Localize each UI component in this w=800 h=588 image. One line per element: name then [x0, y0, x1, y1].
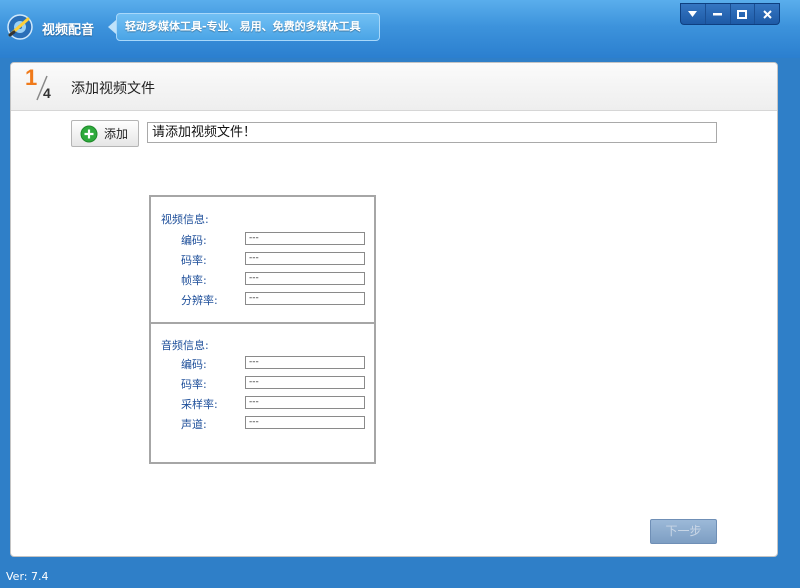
add-plus-icon: [80, 125, 98, 142]
video-codec-label: 编码:: [181, 234, 207, 247]
video-bitrate-value: ---: [245, 252, 365, 265]
add-file-button-label: 添加: [104, 127, 129, 141]
audio-codec-value: ---: [245, 356, 365, 369]
step-title: 添加视频文件: [71, 81, 155, 97]
video-info-title: 视频信息:: [161, 213, 209, 226]
title-bar: 视频配音 轻动多媒体工具-专业、易用、免费的多媒体工具: [0, 0, 800, 58]
dropdown-icon: [688, 11, 698, 17]
step-total: 4: [43, 85, 51, 101]
window-controls: [680, 3, 780, 25]
main-panel: 1 4 添加视频文件 添加 请添加视频文件！ 视频信息: 编码: --- 码率:…: [10, 62, 778, 557]
maximize-icon: [737, 9, 748, 19]
dropdown-menu-button[interactable]: [681, 4, 706, 24]
video-framerate-label: 帧率:: [181, 274, 207, 287]
audio-samplerate-value: ---: [245, 396, 365, 409]
version-label: Ver: 7.4: [6, 570, 49, 583]
audio-info-title: 音频信息:: [161, 339, 209, 352]
video-resolution-value: ---: [245, 292, 365, 305]
maximize-button[interactable]: [731, 4, 756, 24]
close-icon: [762, 9, 772, 19]
video-codec-value: ---: [245, 232, 365, 245]
audio-samplerate-label: 采样率:: [181, 398, 218, 411]
audio-channels-value: ---: [245, 416, 365, 429]
app-title: 视频配音: [42, 23, 95, 38]
minimize-button[interactable]: [706, 4, 731, 24]
slogan-text: 轻动多媒体工具-专业、易用、免费的多媒体工具: [116, 13, 380, 41]
info-divider: [151, 322, 374, 324]
audio-channels-label: 声道:: [181, 418, 207, 431]
file-path-input[interactable]: 请添加视频文件！: [147, 122, 717, 143]
minimize-icon: [713, 13, 723, 16]
video-framerate-value: ---: [245, 272, 365, 285]
app-logo-icon: [6, 13, 34, 41]
media-info-panel: 视频信息: 编码: --- 码率: --- 帧率: --- 分辨率: --- 音…: [149, 195, 376, 464]
video-resolution-label: 分辨率:: [181, 294, 218, 307]
audio-bitrate-label: 码率:: [181, 378, 207, 391]
next-step-button[interactable]: 下一步: [650, 519, 717, 544]
step-header: 1 4 添加视频文件: [11, 63, 777, 111]
audio-codec-label: 编码:: [181, 358, 207, 371]
video-bitrate-label: 码率:: [181, 254, 207, 267]
add-file-button[interactable]: 添加: [71, 120, 139, 147]
audio-bitrate-value: ---: [245, 376, 365, 389]
slogan-arrow-icon: [108, 20, 116, 34]
close-button[interactable]: [755, 4, 779, 24]
